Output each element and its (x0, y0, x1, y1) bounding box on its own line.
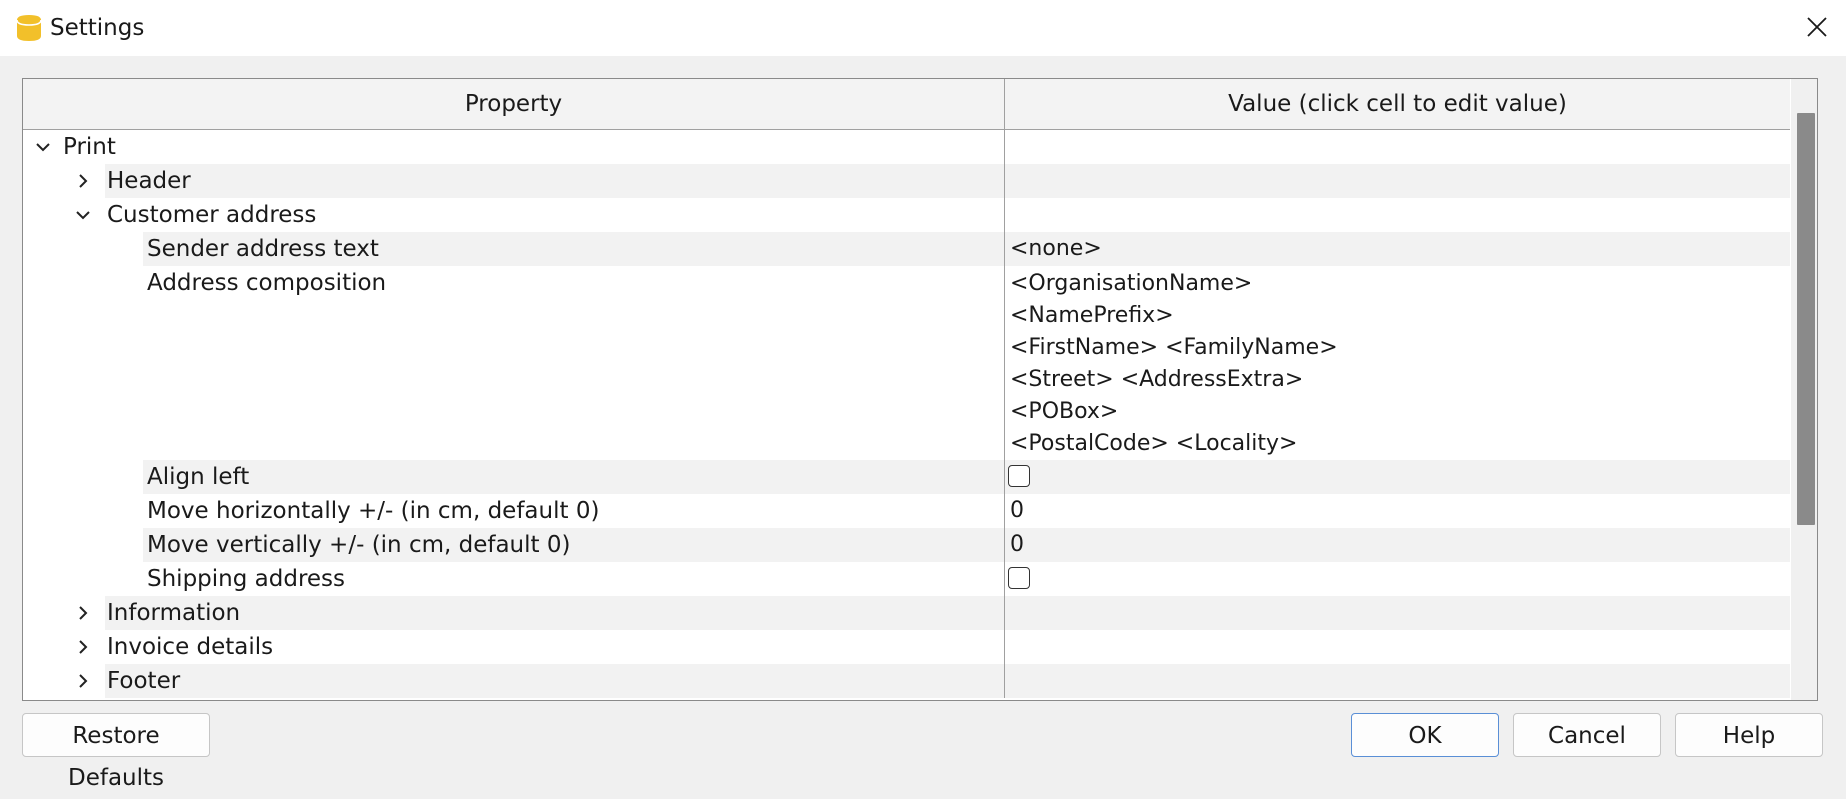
property-row-shipping-address[interactable]: Shipping address (23, 562, 1790, 596)
tree-row-footer[interactable]: Footer (23, 664, 1790, 698)
help-button[interactable]: Help (1675, 713, 1823, 757)
close-icon (1807, 17, 1827, 37)
chevron-right-icon[interactable] (75, 639, 91, 655)
chevron-right-icon[interactable] (75, 673, 91, 689)
property-row-sender-address-text[interactable]: Sender address text <none> (23, 232, 1790, 266)
ok-button[interactable]: OK (1351, 713, 1499, 757)
row-label: Move vertically +/- (in cm, default 0) (147, 532, 571, 558)
chevron-right-icon[interactable] (75, 605, 91, 621)
address-line: <NamePrefix> (1010, 303, 1174, 328)
align-left-checkbox[interactable] (1008, 465, 1030, 487)
row-label: Address composition (147, 270, 387, 296)
tree-row-invoice-details[interactable]: Invoice details (23, 630, 1790, 664)
cancel-button[interactable]: Cancel (1513, 713, 1661, 757)
tree-row-customer-address[interactable]: Customer address (23, 198, 1790, 232)
chevron-right-icon[interactable] (75, 173, 91, 189)
restore-defaults-button[interactable]: Restore Defaults (22, 713, 210, 791)
property-grid: Property Value (click cell to edit value… (22, 78, 1818, 701)
row-label: Print (63, 134, 116, 160)
property-row-align-left[interactable]: Align left (23, 460, 1790, 494)
address-line: <OrganisationName> (1010, 271, 1253, 296)
sender-address-text-value[interactable]: <none> (1010, 232, 1102, 266)
scrollbar-thumb[interactable] (1797, 113, 1815, 525)
row-label: Move horizontally +/- (in cm, default 0) (147, 498, 600, 524)
address-line: <FirstName> <FamilyName> (1010, 335, 1338, 360)
property-row-move-vertically[interactable]: Move vertically +/- (in cm, default 0) 0 (23, 528, 1790, 562)
shipping-address-checkbox[interactable] (1008, 567, 1030, 589)
value-column-header[interactable]: Value (click cell to edit value) (1005, 79, 1790, 129)
move-vertically-value[interactable]: 0 (1010, 528, 1024, 562)
property-row-move-horizontally[interactable]: Move horizontally +/- (in cm, default 0)… (23, 494, 1790, 528)
row-label: Invoice details (107, 634, 274, 660)
app-database-icon (16, 15, 42, 41)
row-label: Customer address (107, 202, 317, 228)
move-horizontally-value[interactable]: 0 (1010, 494, 1024, 528)
property-row-address-composition[interactable]: Address composition <OrganisationName> <… (23, 266, 1790, 460)
property-column-header[interactable]: Property (23, 79, 1005, 129)
grid-rows: Print Header Customer address Sender add… (23, 130, 1790, 698)
chevron-down-icon[interactable] (35, 139, 51, 155)
row-label: Shipping address (147, 566, 346, 592)
tree-row-print[interactable]: Print (23, 130, 1790, 164)
row-label: Footer (107, 668, 181, 694)
title-bar: Settings (0, 0, 1846, 56)
address-composition-value[interactable]: <OrganisationName> <NamePrefix> <FirstNa… (1010, 268, 1338, 460)
close-button[interactable] (1788, 0, 1846, 56)
row-label: Sender address text (147, 236, 379, 262)
tree-row-header[interactable]: Header (23, 164, 1790, 198)
row-label: Information (107, 600, 241, 626)
window-title: Settings (50, 15, 145, 41)
address-line: <PostalCode> <Locality> (1010, 431, 1298, 456)
tree-row-information[interactable]: Information (23, 596, 1790, 630)
address-line: <POBox> (1010, 399, 1119, 424)
address-line: <Street> <AddressExtra> (1010, 367, 1304, 392)
chevron-down-icon[interactable] (75, 207, 91, 223)
row-label: Header (107, 168, 191, 194)
grid-header: Property Value (click cell to edit value… (23, 79, 1790, 130)
row-label: Align left (147, 464, 250, 490)
